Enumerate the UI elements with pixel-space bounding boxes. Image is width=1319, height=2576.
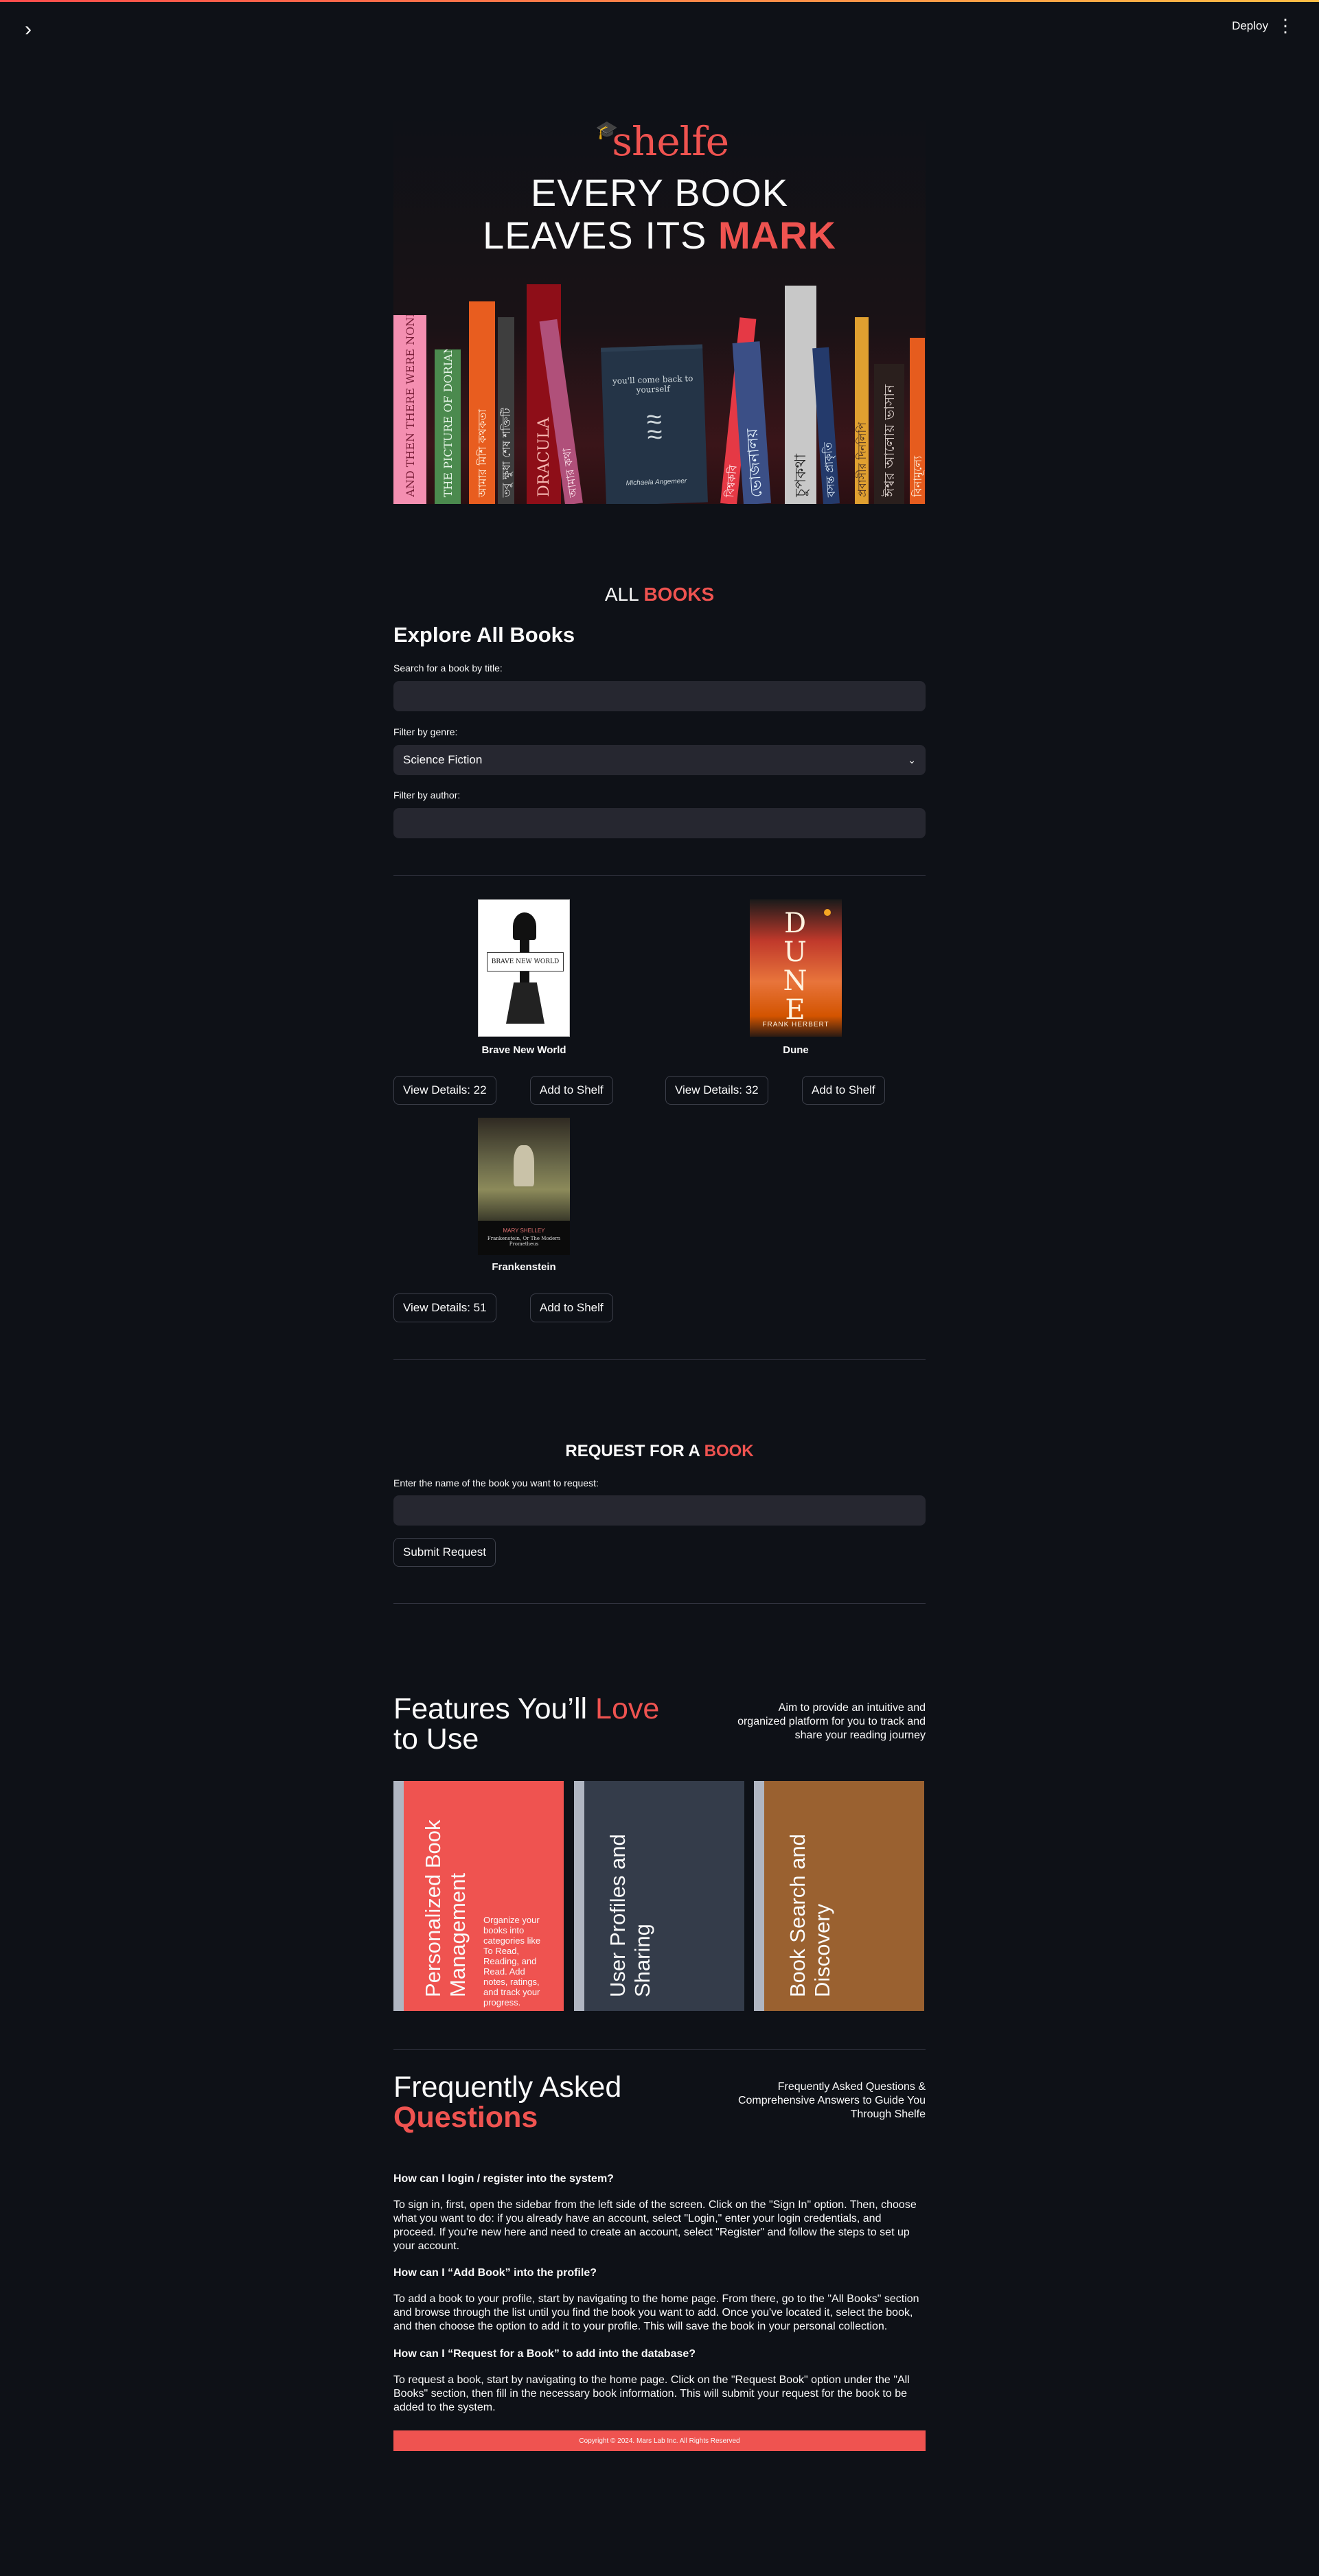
feature-card-search-discovery: Book Search and Discovery: [754, 1781, 924, 2011]
divider: [393, 1603, 926, 1604]
faq-subtitle: Frequently Asked Questions & Comprehensi…: [737, 2081, 926, 2120]
features-subtitle: Aim to provide an intuitive and organize…: [737, 1702, 926, 1741]
genre-field-wrap: Science Fiction ⌄: [393, 745, 926, 775]
add-to-shelf-button[interactable]: Add to Shelf: [530, 1293, 613, 1322]
faq-heading: Frequently Asked Questions: [393, 2071, 622, 2134]
deploy-button[interactable]: Deploy: [1232, 19, 1268, 33]
cover-figure: [514, 1145, 534, 1186]
faq-answer: To request a book, start by navigating t…: [393, 2374, 910, 2413]
feature-card-book-management: Personalized Book Management Organize yo…: [393, 1781, 564, 2011]
cover-title: DUNE: [783, 908, 807, 1026]
card-title: Personalized Book Management: [421, 1819, 470, 1998]
logo: 🎓shelfe: [595, 118, 729, 165]
chevron-down-icon: ⌄: [908, 754, 916, 766]
view-details-button[interactable]: View Details: 22: [393, 1076, 496, 1105]
hero-headline: EVERY BOOK LEAVES ITS MARK: [393, 172, 926, 257]
search-field-wrap: [393, 681, 926, 711]
main-menu-icon[interactable]: ⋮: [1276, 16, 1294, 34]
sidebar-toggle-icon[interactable]: ›: [25, 19, 32, 40]
card-description: Organize your books into categories like…: [483, 1915, 541, 2008]
author-field-wrap: [393, 808, 926, 838]
feature-card-profiles-sharing: User Profiles and Sharing: [574, 1781, 744, 2011]
hero-banner: 🎓shelfe EVERY BOOK LEAVES ITS MARK AND T…: [393, 110, 926, 504]
book-cover-dune[interactable]: DUNE FRANK HERBERT: [750, 899, 842, 1037]
genre-select[interactable]: Science Fiction ⌄: [393, 745, 926, 775]
genre-select-value: Science Fiction: [403, 753, 483, 766]
waves-icon: ≈ ≈: [645, 404, 663, 450]
graduation-cap-icon: 🎓: [595, 120, 618, 141]
all-books-title: ALL BOOKS: [604, 584, 715, 605]
featured-book-cover: you'll come back to yourself ≈ ≈ Michaela …: [601, 344, 708, 504]
cover-figure: [513, 912, 536, 940]
footer: Copyright © 2024. Mars Lab Inc. All Righ…: [393, 2430, 926, 2451]
author-input[interactable]: [393, 808, 926, 838]
book-spine: আমার মিশি কথকতা: [469, 301, 495, 504]
cover-subtitle: Frankenstein, Or The Modern Prometheus: [487, 1236, 561, 1247]
search-input[interactable]: [393, 681, 926, 711]
card-accent-bar: [393, 1781, 404, 2011]
request-field-wrap: [393, 1495, 926, 1526]
book-cover-brave-new-world[interactable]: BRAVE NEW WORLD: [478, 899, 570, 1037]
view-details-button[interactable]: View Details: 51: [393, 1293, 496, 1322]
book-spine: ঈশ্বর আলোয় ভাসান: [874, 364, 904, 504]
explore-heading: Explore All Books: [393, 623, 575, 647]
hero-headline-line2: LEAVES ITS: [483, 214, 718, 257]
book-spine: তবু ক্ষুধা শেষ শক্তিটি: [498, 317, 514, 504]
card-accent-bar: [574, 1781, 584, 2011]
book-spine: THE PICTURE OF DORIAN GRAY: [435, 349, 461, 504]
top-decoration: [0, 0, 1319, 2]
divider: [393, 2049, 926, 2050]
book-title: Dune: [783, 1044, 809, 1056]
cover-author: MARY SHELLEY: [503, 1228, 545, 1234]
book-spine: প্রবাসীর দিনলিপি: [855, 317, 869, 504]
genre-label: Filter by genre:: [393, 726, 458, 737]
faq-question: How can I login / register into the syst…: [393, 2173, 614, 2185]
faq-question: How can I “Add Book” into the profile?: [393, 2267, 597, 2279]
search-label: Search for a book by title:: [393, 663, 503, 674]
book-title: Brave New World: [481, 1044, 566, 1056]
card-title: User Profiles and Sharing: [606, 1834, 654, 1997]
book-title: Frankenstein: [492, 1261, 556, 1273]
book-spine: বসন্ত প্রাকৃতি: [812, 347, 840, 504]
add-to-shelf-button[interactable]: Add to Shelf: [802, 1076, 885, 1105]
request-title: REQUEST FOR A BOOK: [565, 1442, 754, 1460]
hero-headline-accent: MARK: [718, 214, 836, 257]
submit-request-button[interactable]: Submit Request: [393, 1538, 496, 1567]
book-spine: AND THEN THERE WERE NONE: [393, 315, 426, 504]
cover-author: FRANK HERBERT: [762, 1021, 829, 1028]
book-cover-frankenstein[interactable]: MARY SHELLEY Frankenstein, Or The Modern…: [478, 1118, 570, 1255]
add-to-shelf-button[interactable]: Add to Shelf: [530, 1076, 613, 1105]
cover-figure-legs: [506, 982, 544, 1024]
request-label: Enter the name of the book you want to r…: [393, 1477, 599, 1488]
divider: [393, 1359, 926, 1360]
book-spine: চুপকথা: [785, 286, 816, 504]
card-title: Book Search and Discovery: [785, 1834, 834, 1997]
faq-answer: To sign in, first, open the sidebar from…: [393, 2199, 917, 2252]
features-heading: Features You’ll Love to Use: [393, 1692, 660, 1756]
request-input[interactable]: [393, 1495, 926, 1526]
faq-answer: To add a book to your profile, start by …: [393, 2293, 919, 2332]
card-accent-bar: [754, 1781, 764, 2011]
hero-headline-line1: EVERY BOOK: [530, 171, 789, 214]
cover-title: BRAVE NEW WORLD: [487, 952, 564, 971]
divider: [393, 875, 926, 876]
faq-question: How can I “Request for a Book” to add in…: [393, 2348, 696, 2360]
author-label: Filter by author:: [393, 790, 461, 801]
sun-icon: [824, 909, 831, 916]
book-spine: বিনামূল্যে: [910, 338, 925, 504]
view-details-button[interactable]: View Details: 32: [665, 1076, 768, 1105]
